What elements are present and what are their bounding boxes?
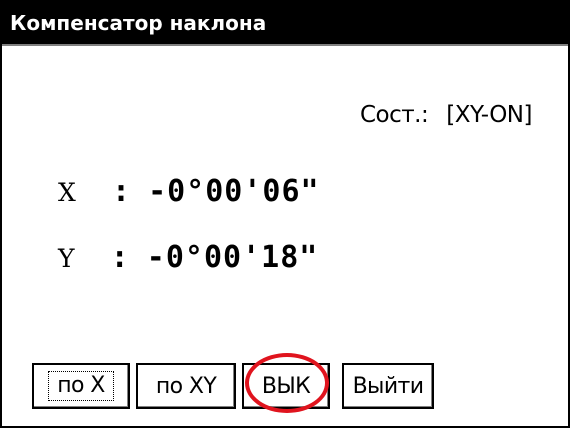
y-axis-label: Y — [58, 244, 75, 273]
compensate-x-button[interactable]: по X — [32, 363, 130, 409]
exit-label: Выйти — [352, 373, 424, 399]
compensate-x-label: по X — [48, 371, 114, 401]
x-separator: : — [111, 174, 130, 209]
compensate-xy-button[interactable]: по XY — [136, 363, 236, 409]
compensator-off-label: ВЫК — [261, 373, 311, 399]
x-tilt-value: -0°00'06" — [148, 174, 320, 209]
title-bar: Компенсатор наклона — [2, 2, 568, 46]
status-value: [XY-ON] — [446, 102, 532, 128]
compensator-off-button[interactable]: ВЫК — [242, 363, 330, 409]
exit-button[interactable]: Выйти — [342, 363, 434, 409]
status-label: Сост.: — [359, 102, 429, 128]
tilt-compensator-window: Компенсатор наклона Сост.: [XY-ON] X : -0… — [0, 0, 570, 428]
y-separator: : — [110, 240, 129, 275]
window-title: Компенсатор наклона — [10, 11, 267, 35]
status-line: Сост.: [XY-ON] — [359, 102, 533, 128]
x-axis-label: X — [58, 178, 76, 207]
y-tilt-value: -0°00'18" — [146, 240, 319, 275]
y-reading-row: Y : -0°00'18" — [58, 240, 318, 277]
compensate-xy-label: по XY — [155, 373, 217, 399]
x-reading-row: X : -0°00'06" — [58, 174, 320, 211]
